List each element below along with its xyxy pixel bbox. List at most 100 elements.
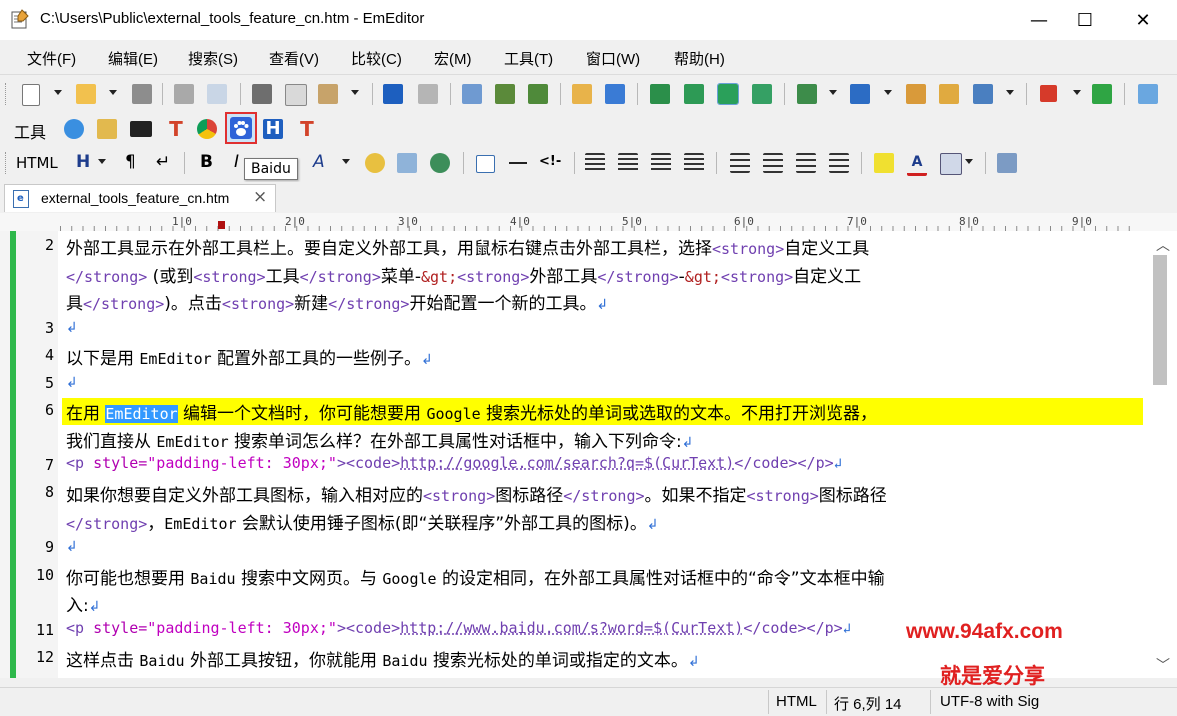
cut-icon[interactable]	[252, 84, 272, 104]
find-in-files-icon[interactable]	[572, 84, 592, 104]
close-button[interactable]: ✕	[1120, 0, 1166, 40]
numbered-list-icon[interactable]	[730, 153, 750, 173]
emoji-icon[interactable]	[365, 153, 385, 173]
chevron-down-icon[interactable]	[829, 90, 837, 95]
menu-compare[interactable]: 比较(C)	[351, 48, 402, 69]
html-settings-icon[interactable]	[997, 153, 1017, 173]
outdent-icon[interactable]	[796, 153, 816, 173]
bulleted-list-icon[interactable]	[763, 153, 783, 173]
wrap-by-chars-icon[interactable]	[684, 84, 704, 104]
chevron-down-icon[interactable]	[1073, 90, 1081, 95]
italic-button[interactable]: I	[234, 152, 239, 172]
find-icon[interactable]	[462, 84, 482, 104]
menu-window[interactable]: 窗口(W)	[586, 48, 640, 69]
minimize-button[interactable]: —	[1016, 0, 1062, 40]
status-cursor-position[interactable]: 行 6,列 14	[834, 693, 902, 714]
undo-icon[interactable]	[383, 84, 403, 104]
print-preview-icon[interactable]	[207, 84, 227, 104]
align-left-icon[interactable]	[585, 153, 605, 173]
menu-search[interactable]: 搜索(S)	[188, 48, 238, 69]
menu-edit[interactable]: 编辑(E)	[108, 48, 158, 69]
chevron-down-icon[interactable]	[884, 90, 892, 95]
toolbar-grip[interactable]	[5, 83, 9, 105]
save-icon[interactable]	[132, 84, 152, 104]
url-link[interactable]: http://google.com/search?q=$(CurText)	[400, 454, 734, 472]
all-configurations-icon[interactable]	[939, 84, 959, 104]
hyperlink-icon[interactable]	[430, 153, 450, 173]
comment-button[interactable]: <!-	[539, 154, 561, 169]
form-icon[interactable]	[940, 153, 962, 175]
plugin-icon[interactable]	[1138, 84, 1158, 104]
find-previous-icon[interactable]	[528, 84, 548, 104]
text-line: </strong>，EmEditor 会默认使用锤子图标(即“关联程序”外部工具…	[66, 509, 659, 536]
record-macro-icon[interactable]	[1040, 85, 1057, 102]
heading-button[interactable]: H	[76, 152, 90, 172]
status-encoding[interactable]: UTF-8 with Sig	[940, 693, 1039, 710]
run-macro-icon[interactable]	[1092, 84, 1112, 104]
chrome-icon[interactable]	[197, 119, 217, 139]
align-center-icon[interactable]	[618, 153, 638, 173]
highlight-color-icon[interactable]	[874, 153, 894, 173]
tab-external-tools-feature-cn[interactable]: e external_tools_feature_cn.htm ×	[4, 184, 276, 212]
hammer-tool-icon[interactable]: T	[297, 119, 317, 139]
menu-view[interactable]: 查看(V)	[269, 48, 319, 69]
customize-icon[interactable]	[973, 84, 993, 104]
filter-icon[interactable]	[605, 84, 625, 104]
chevron-down-icon[interactable]	[351, 90, 359, 95]
wrap-by-page-icon[interactable]	[752, 84, 772, 104]
table-icon[interactable]	[476, 155, 495, 173]
open-folder-tool-icon[interactable]	[97, 119, 117, 139]
html-tag: </code></p>	[743, 619, 843, 637]
baidu-tool-button[interactable]	[225, 112, 257, 144]
maximize-button[interactable]: ☐	[1062, 0, 1108, 40]
new-file-icon[interactable]	[22, 84, 40, 106]
chevron-down-icon[interactable]	[109, 90, 117, 95]
clipboard-history-icon[interactable]	[797, 84, 817, 104]
chevron-down-icon[interactable]	[965, 159, 973, 164]
wrap-none-icon[interactable]	[650, 84, 670, 104]
vertical-scrollbar[interactable]: ︿ ﹀	[1143, 231, 1177, 678]
copy-icon[interactable]	[285, 84, 307, 106]
line-number: 8	[44, 483, 54, 501]
url-link[interactable]: http://www.baidu.com/s?word=$(CurText)	[400, 619, 743, 637]
configuration-icon[interactable]	[850, 84, 870, 104]
hammer-tool-icon[interactable]: T	[166, 119, 186, 139]
paste-icon[interactable]	[318, 84, 338, 104]
menu-help[interactable]: 帮助(H)	[674, 48, 725, 69]
tab-close-icon[interactable]: ×	[253, 187, 267, 207]
menu-tools[interactable]: 工具(T)	[504, 48, 553, 69]
help-h-tool-icon[interactable]: H	[263, 119, 283, 139]
align-right-icon[interactable]	[651, 153, 671, 173]
status-syntax-mode[interactable]: HTML	[776, 693, 817, 710]
scrollbar-thumb[interactable]	[1153, 255, 1167, 385]
command-prompt-icon[interactable]	[130, 121, 152, 137]
menu-file[interactable]: 文件(F)	[27, 48, 76, 69]
menu-macros[interactable]: 宏(M)	[434, 48, 472, 69]
chevron-down-icon[interactable]	[1006, 90, 1014, 95]
paragraph-button[interactable]: ¶	[125, 152, 136, 172]
toolbar-grip[interactable]	[5, 152, 9, 174]
internet-explorer-icon[interactable]	[64, 119, 84, 139]
bold-button[interactable]: B	[200, 152, 213, 172]
chevron-down-icon[interactable]	[98, 159, 106, 164]
chevron-down-icon[interactable]	[342, 159, 350, 164]
font-button[interactable]: A	[313, 152, 325, 172]
properties-icon[interactable]	[906, 84, 926, 104]
scroll-down-icon[interactable]: ﹀	[1156, 655, 1170, 675]
find-next-icon[interactable]	[495, 84, 515, 104]
indent-icon[interactable]	[829, 153, 849, 173]
line-break-button[interactable]: ↵	[156, 152, 170, 172]
modified-lines-bar	[10, 231, 16, 678]
open-folder-icon[interactable]	[76, 84, 96, 104]
image-icon[interactable]	[397, 153, 417, 173]
scroll-up-icon[interactable]: ︿	[1156, 235, 1170, 255]
justify-icon[interactable]	[684, 153, 704, 173]
horizontal-rule-icon[interactable]	[509, 162, 527, 164]
font-color-icon[interactable]: A	[907, 153, 927, 176]
text-segment: Baidu	[139, 652, 185, 670]
chevron-down-icon[interactable]	[54, 90, 62, 95]
text-editor[interactable]: 2 3 4 5 6 7 8 9 10 11 12 外部工具显示在外部工具栏上。要…	[0, 231, 1177, 678]
print-icon[interactable]	[174, 84, 194, 104]
redo-icon[interactable]	[418, 84, 438, 104]
wrap-by-window-icon[interactable]	[717, 83, 739, 105]
